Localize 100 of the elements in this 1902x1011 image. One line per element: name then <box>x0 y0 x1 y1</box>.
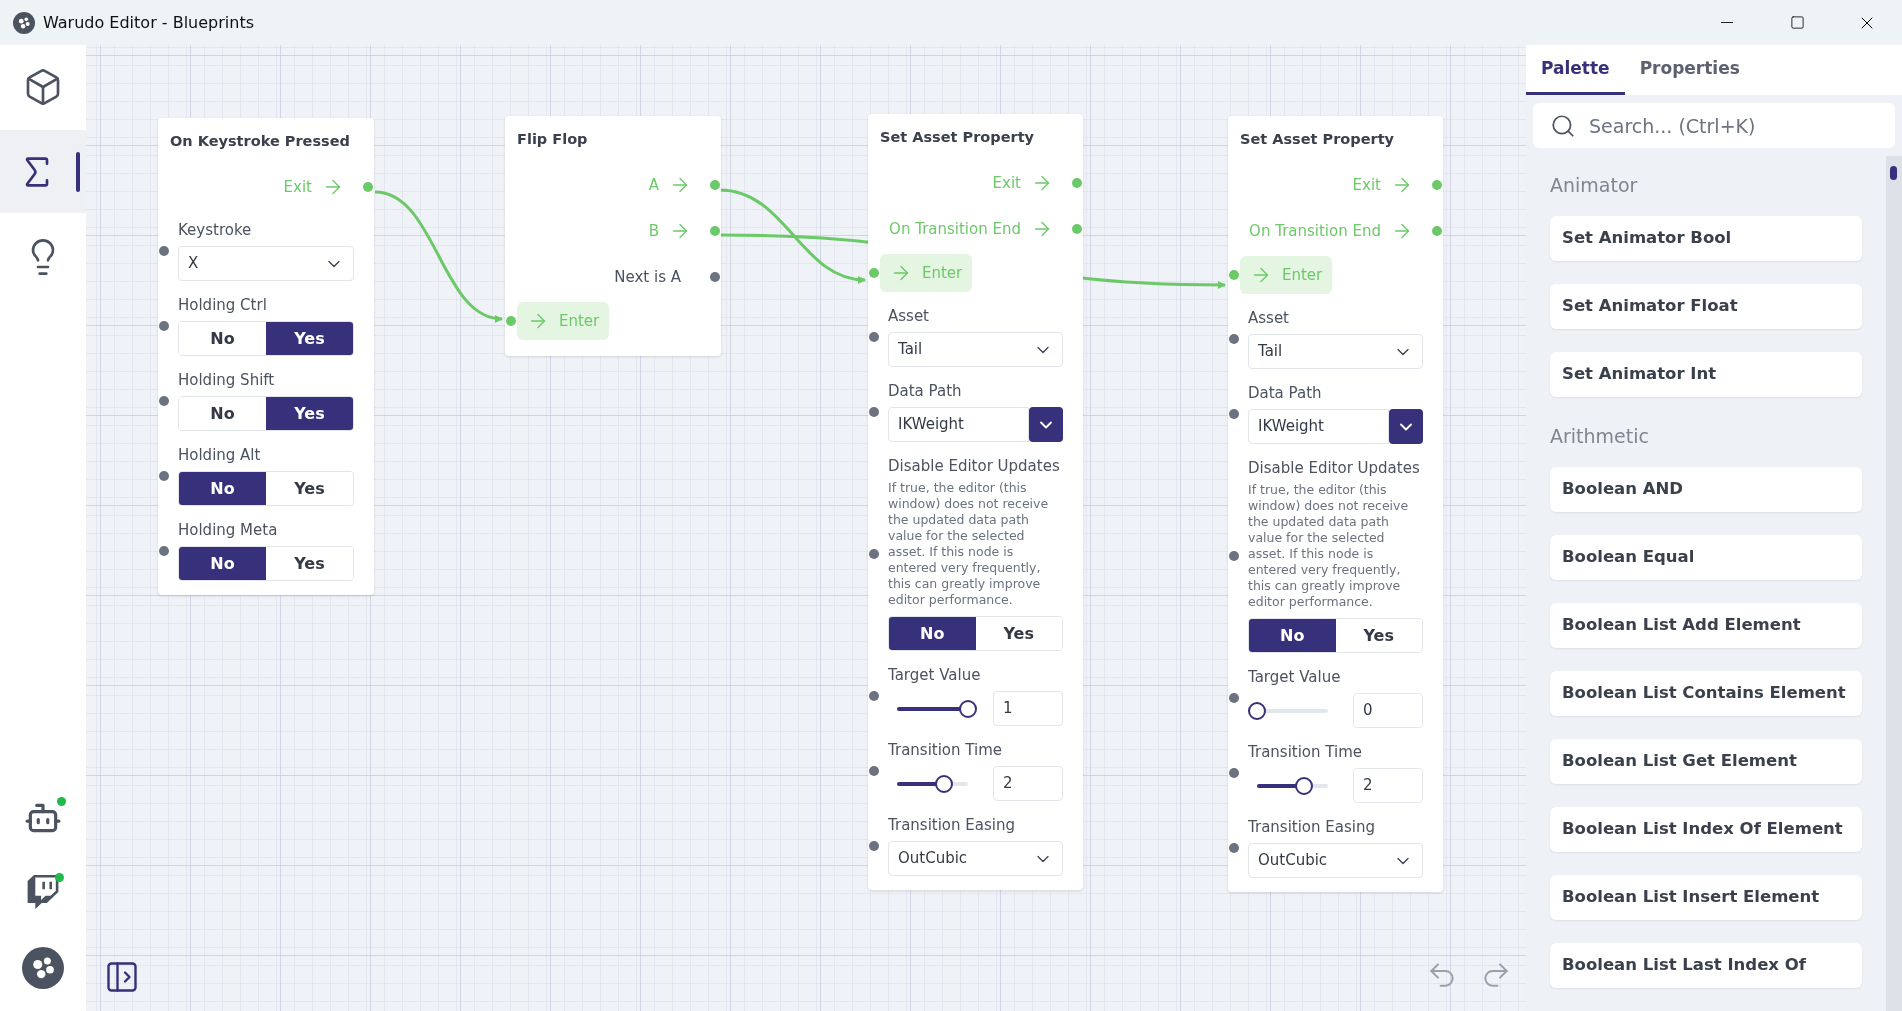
dropdown[interactable]: OutCubic <box>888 841 1063 876</box>
input-port[interactable] <box>869 765 879 776</box>
palette-item[interactable]: Boolean List Insert Element <box>1550 875 1862 920</box>
field-label: Holding Shift <box>178 370 276 390</box>
scrollbar[interactable] <box>1886 156 1902 1011</box>
field-label: Holding Alt <box>178 445 262 465</box>
input-port[interactable] <box>159 470 169 481</box>
slider-thumb[interactable] <box>934 774 953 793</box>
input-port[interactable] <box>159 320 169 331</box>
palette-item[interactable]: Boolean List Contains Element <box>1550 671 1862 716</box>
palette-item[interactable]: Boolean AND <box>1550 467 1862 512</box>
field-label: Transition Time <box>1248 742 1364 762</box>
blueprint-node[interactable] <box>1228 116 1443 892</box>
slider-thumb[interactable] <box>1294 776 1313 795</box>
field-label: Transition Easing <box>1248 817 1376 837</box>
toggle-option[interactable]: No <box>1249 619 1336 652</box>
field-label: Asset <box>888 306 930 326</box>
input-port[interactable] <box>506 316 516 326</box>
toggle-option[interactable]: No <box>179 547 266 580</box>
input-port[interactable] <box>159 395 169 406</box>
field-label: Asset <box>1248 308 1290 328</box>
node-title: Set Asset Property <box>880 128 1036 147</box>
palette-item[interactable]: Boolean Equal <box>1550 535 1862 580</box>
dropdown[interactable]: Tail <box>888 332 1063 367</box>
output-label: Next is A <box>614 266 681 288</box>
number-field[interactable]: 0 <box>1353 693 1423 728</box>
output-label: A <box>648 174 659 196</box>
palette-item[interactable]: Boolean List Get Element <box>1550 739 1862 784</box>
window-title: Warudo Editor - Blueprints <box>43 11 254 34</box>
input-port[interactable] <box>869 331 879 342</box>
field-label: Holding Meta <box>178 520 279 540</box>
palette-item[interactable]: Set Animator Float <box>1550 284 1862 329</box>
field-description: If true, the editor (this window) does not receive the updated data path value for the selected asset. If this node is entered very frequently, this can greatly improve editor performance. <box>1248 482 1410 610</box>
input-port[interactable] <box>1229 842 1239 853</box>
sidebar-item[interactable] <box>0 130 86 213</box>
toggle-option[interactable]: No <box>179 472 266 505</box>
input-port[interactable] <box>869 268 879 278</box>
blueprint-node[interactable] <box>868 114 1083 890</box>
app-logo-icon <box>13 11 35 34</box>
input-port[interactable] <box>869 690 879 701</box>
dropdown-button[interactable] <box>1029 407 1063 442</box>
number-field[interactable]: 2 <box>1353 768 1423 803</box>
palette-item[interactable]: Boolean List Last Index Of <box>1550 943 1862 988</box>
input-port[interactable] <box>1229 550 1239 561</box>
maximize-icon <box>1789 15 1805 30</box>
minimize-icon <box>1721 22 1733 23</box>
field-label: Transition Time <box>888 740 1004 760</box>
output-label: Exit <box>1352 174 1381 196</box>
input-port[interactable] <box>1229 333 1239 344</box>
input-port[interactable] <box>1229 270 1239 280</box>
toggle-option[interactable]: Yes <box>266 397 353 430</box>
field-label: Data Path <box>1248 383 1323 403</box>
dropdown-button[interactable] <box>1389 409 1423 444</box>
panel-toggle-button[interactable] <box>104 959 140 995</box>
input-port[interactable] <box>869 406 879 417</box>
dropdown[interactable]: X <box>178 246 354 281</box>
sidebar-item[interactable] <box>22 947 64 989</box>
section-heading: Animator <box>1550 172 1639 198</box>
field-label: Transition Easing <box>888 815 1016 835</box>
number-field[interactable]: 2 <box>993 766 1063 801</box>
number-field[interactable]: 1 <box>993 691 1063 726</box>
output-label: On Transition End <box>889 218 1021 240</box>
node-title: Flip Flop <box>517 130 589 149</box>
field-description: If true, the editor (this window) does not receive the updated data path value for the selected asset. If this node is entered very frequently, this can greatly improve editor performance. <box>888 480 1050 608</box>
text-field[interactable]: IKWeight <box>1248 409 1389 444</box>
search-icon <box>1550 113 1576 139</box>
input-port[interactable] <box>869 840 879 851</box>
slider-thumb[interactable] <box>959 699 977 718</box>
toggle-option[interactable]: Yes <box>266 322 353 355</box>
input-port[interactable] <box>1229 408 1239 419</box>
palette-item[interactable]: Boolean List Index Of Element <box>1550 807 1862 852</box>
node-title: On Keystroke Pressed <box>170 132 351 151</box>
field-label: Keystroke <box>178 220 253 240</box>
input-port[interactable] <box>159 545 169 556</box>
blueprint-canvas[interactable] <box>86 45 1526 1011</box>
palette-item[interactable]: Set Animator Int <box>1550 352 1862 397</box>
field-label: Target Value <box>1248 667 1342 687</box>
dropdown[interactable]: OutCubic <box>1248 843 1423 878</box>
panel-tab[interactable]: Properties <box>1624 45 1755 95</box>
field-label: Target Value <box>888 665 982 685</box>
input-port[interactable] <box>159 245 169 256</box>
node-title: Set Asset Property <box>1240 130 1396 149</box>
palette-item[interactable]: Set Animator Bool <box>1550 216 1862 261</box>
palette-item[interactable]: Boolean List Add Element <box>1550 603 1862 648</box>
toggle-option[interactable]: No <box>889 617 976 650</box>
slider-thumb[interactable] <box>1248 701 1266 720</box>
text-field[interactable]: IKWeight <box>888 407 1029 442</box>
output-label: Exit <box>992 172 1021 194</box>
input-port[interactable] <box>1229 692 1239 703</box>
dropdown[interactable]: Tail <box>1248 334 1423 369</box>
panel-tab[interactable]: Palette <box>1526 45 1625 95</box>
blueprint-node[interactable]: On Keystroke Pressed Exit Keystroke X Holding Ctrl No Yes Holding Shift No Yes Holding Alt No Yes Holding Meta No Yes <box>158 118 374 595</box>
app-logo-icon <box>22 947 64 989</box>
output-port[interactable] <box>710 272 720 282</box>
input-port[interactable] <box>1229 767 1239 778</box>
input-port[interactable] <box>869 548 879 559</box>
search-field[interactable]: Search... (Ctrl+K) <box>1533 103 1895 148</box>
blueprint-node[interactable]: Flip Flop A B Next is A Enter <box>505 116 721 356</box>
output-label: On Transition End <box>1249 220 1381 242</box>
field-label: Disable Editor Updates <box>888 456 1061 476</box>
